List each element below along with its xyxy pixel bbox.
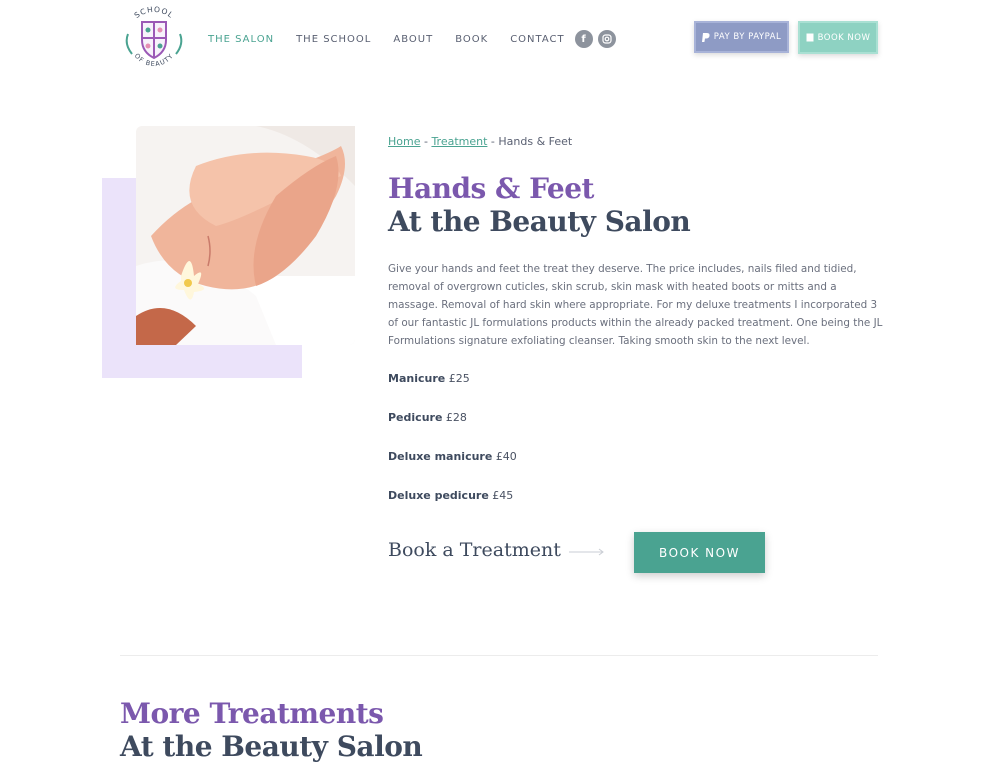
nav-book[interactable]: BOOK	[455, 34, 488, 45]
price-item: Manicure £25	[388, 372, 470, 385]
nav-the-salon[interactable]: THE SALON	[208, 34, 274, 45]
breadcrumb-home-link[interactable]: Home	[388, 135, 420, 148]
nav-contact[interactable]: CONTACT	[510, 34, 564, 45]
breadcrumb-separator: -	[420, 135, 432, 148]
main-nav: THE SALON THE SCHOOL ABOUT BOOK CONTACT …	[208, 30, 616, 48]
nav-about[interactable]: ABOUT	[393, 34, 433, 45]
nav-the-school[interactable]: THE SCHOOL	[296, 34, 371, 45]
pay-by-paypal-button[interactable]: PAY BY PAYPAL	[694, 21, 789, 53]
price-item-value: £28	[445, 411, 467, 424]
treatment-description: Give your hands and feet the treat they …	[388, 263, 883, 347]
header-book-now-label: BOOK NOW	[817, 32, 871, 43]
price-item-value: £40	[495, 450, 517, 463]
book-icon	[806, 33, 814, 42]
price-item-name: Manicure	[388, 372, 446, 385]
breadcrumb: Home - Treatment - Hands & Feet	[388, 135, 572, 148]
page-title-line1: Hands & Feet	[388, 172, 594, 205]
book-treatment-heading: Book a Treatment	[388, 539, 561, 561]
school-of-beauty-logo[interactable]: SCHOOL OF BEAUTY	[118, 4, 190, 72]
paypal-icon	[701, 32, 710, 42]
instagram-icon[interactable]	[597, 30, 616, 48]
pay-by-paypal-label: PAY BY PAYPAL	[713, 32, 782, 42]
header-book-now-button[interactable]: BOOK NOW	[798, 21, 878, 54]
price-item-value: £25	[448, 372, 470, 385]
price-item: Pedicure £28	[388, 411, 467, 424]
book-now-button[interactable]: BOOK NOW	[634, 532, 765, 573]
more-treatments-heading-line1: More Treatments	[120, 697, 384, 730]
section-divider	[120, 655, 878, 656]
price-item: Deluxe pedicure £45	[388, 489, 513, 502]
price-item-name: Pedicure	[388, 411, 443, 424]
price-item: Deluxe manicure £40	[388, 450, 517, 463]
breadcrumb-treatment-link[interactable]: Treatment	[431, 135, 487, 148]
svg-text:SCHOOL: SCHOOL	[133, 5, 176, 20]
hands-feet-photo	[136, 126, 355, 345]
price-item-value: £45	[492, 489, 514, 502]
breadcrumb-separator: -	[487, 135, 499, 148]
logo-text-top: SCHOOL	[133, 5, 175, 20]
social-links: f	[574, 30, 616, 48]
breadcrumb-current: Hands & Feet	[498, 135, 573, 148]
page-title-line2: At the Beauty Salon	[388, 205, 691, 238]
arrow-right-icon	[569, 548, 604, 556]
facebook-icon[interactable]: f	[574, 30, 593, 48]
price-item-name: Deluxe manicure	[388, 450, 493, 463]
more-treatments-heading-line2: At the Beauty Salon	[120, 730, 423, 763]
price-item-name: Deluxe pedicure	[388, 489, 489, 502]
